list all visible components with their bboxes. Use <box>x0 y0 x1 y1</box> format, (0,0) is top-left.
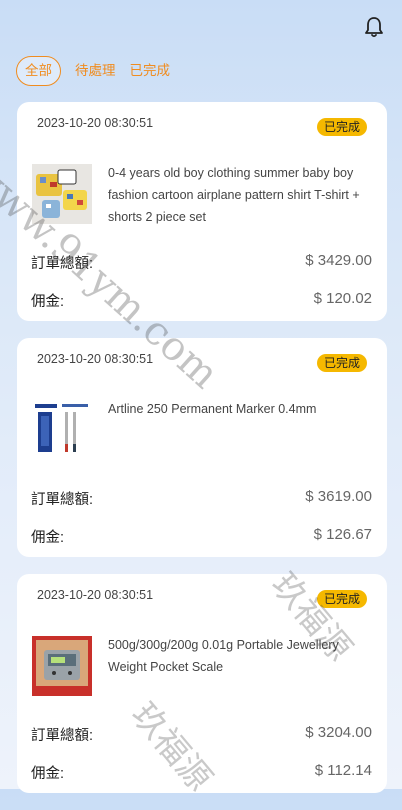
order-date: 2023-10-20 08:30:51 <box>37 116 154 130</box>
tab-pending[interactable]: 待處理 <box>75 57 116 85</box>
commission-label: 佣金: <box>31 766 65 782</box>
order-total-value: $ 3429.00 <box>305 252 372 269</box>
order-card[interactable]: 2023-10-20 08:30:51 已完成 Artline 250 Perm… <box>17 338 387 557</box>
commission-value: $ 120.02 <box>313 290 372 307</box>
order-total-label: 訂單總額: <box>31 256 94 272</box>
product-title[interactable]: 0-4 years old boy clothing summer baby b… <box>108 162 373 228</box>
baby-clothing-product-image <box>32 164 92 224</box>
product-title[interactable]: 500g/300g/200g 0.01g Portable Jewellery … <box>108 634 373 678</box>
bell-icon[interactable] <box>364 16 384 38</box>
commission-value: $ 126.67 <box>313 526 372 543</box>
order-total-row: 訂單總額: $ 3429.00 <box>31 252 372 273</box>
order-total-value: $ 3619.00 <box>305 488 372 505</box>
commission-label: 佣金: <box>31 530 65 546</box>
status-badge: 已完成 <box>316 118 367 136</box>
pocket-scale-product-image <box>32 636 92 696</box>
commission-row: 佣金: $ 120.02 <box>31 290 372 311</box>
order-card[interactable]: 2023-10-20 08:30:51 已完成 0-4 years old bo… <box>17 102 387 321</box>
order-total-value: $ 3204.00 <box>305 724 372 741</box>
commission-row: 佣金: $ 126.67 <box>31 526 372 547</box>
order-date: 2023-10-20 08:30:51 <box>37 352 154 366</box>
order-total-row: 訂單總額: $ 3204.00 <box>31 724 372 745</box>
tab-completed[interactable]: 已完成 <box>130 57 171 85</box>
product-title[interactable]: Artline 250 Permanent Marker 0.4mm <box>108 398 373 420</box>
order-date: 2023-10-20 08:30:51 <box>37 588 154 602</box>
status-badge: 已完成 <box>316 354 367 372</box>
marker-product-image <box>32 400 92 460</box>
order-total-row: 訂單總額: $ 3619.00 <box>31 488 372 509</box>
tab-all[interactable]: 全部 <box>16 56 61 86</box>
order-total-label: 訂單總額: <box>31 492 94 508</box>
status-badge: 已完成 <box>316 590 367 608</box>
order-list: 2023-10-20 08:30:51 已完成 0-4 years old bo… <box>17 102 387 810</box>
order-tabs: 全部 待處理 已完成 <box>16 56 184 86</box>
commission-value: $ 112.14 <box>314 762 372 779</box>
order-card[interactable]: 2023-10-20 08:30:51 已完成 500g/300g/200g 0… <box>17 574 387 793</box>
order-total-label: 訂單總額: <box>31 728 94 744</box>
commission-row: 佣金: $ 112.14 <box>31 762 372 783</box>
commission-label: 佣金: <box>31 294 65 310</box>
